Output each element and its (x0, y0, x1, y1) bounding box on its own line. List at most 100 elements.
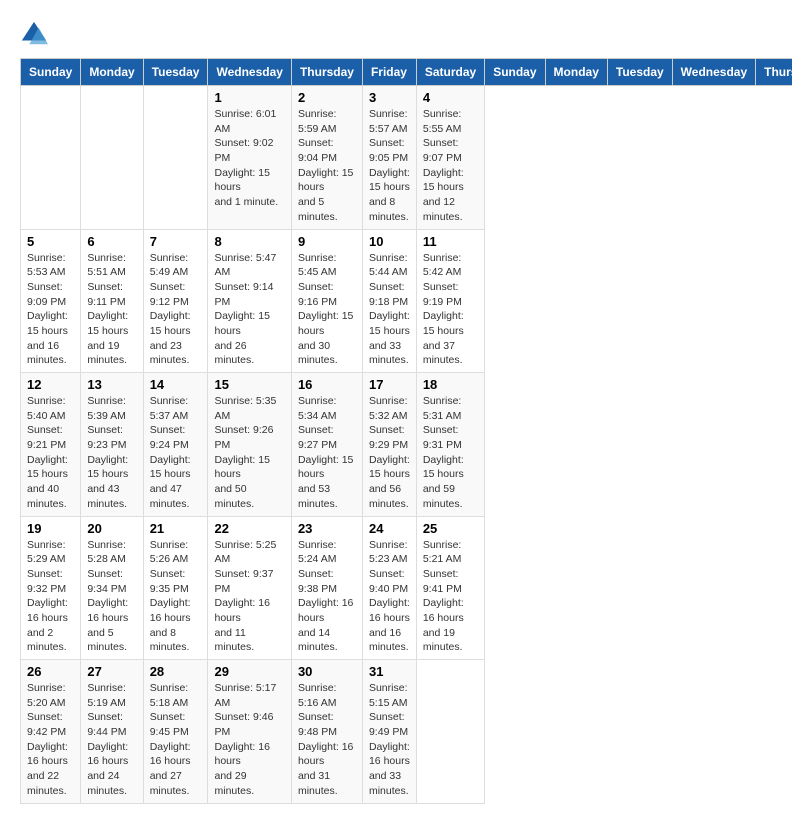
day-info: Sunrise: 5:21 AM Sunset: 9:41 PM Dayligh… (423, 538, 478, 656)
calendar-cell (21, 86, 81, 230)
day-number: 30 (298, 664, 356, 679)
day-number: 21 (150, 521, 202, 536)
calendar-header-row: SundayMondayTuesdayWednesdayThursdayFrid… (21, 59, 792, 86)
day-info: Sunrise: 5:42 AM Sunset: 9:19 PM Dayligh… (423, 251, 478, 369)
day-info: Sunrise: 5:31 AM Sunset: 9:31 PM Dayligh… (423, 394, 478, 512)
calendar-cell: 23 Sunrise: 5:24 AM Sunset: 9:38 PM Dayli… (291, 516, 362, 660)
day-number: 5 (27, 234, 74, 249)
calendar-cell (143, 86, 208, 230)
day-info: Sunrise: 5:24 AM Sunset: 9:38 PM Dayligh… (298, 538, 356, 656)
calendar-cell: 25Sunrise: 5:21 AM Sunset: 9:41 PM Dayli… (416, 516, 484, 660)
day-number: 8 (214, 234, 284, 249)
calendar-cell: 4 Sunrise: 5:55 AM Sunset: 9:07 PM Daylig… (416, 86, 484, 230)
calendar-cell: 10 Sunrise: 5:44 AM Sunset: 9:18 PM Dayli… (362, 229, 416, 373)
day-number: 17 (369, 377, 410, 392)
col-header-sunday: Sunday (485, 59, 545, 86)
day-info: Sunrise: 5:35 AM Sunset: 9:26 PM Dayligh… (214, 394, 284, 512)
day-number: 11 (423, 234, 478, 249)
calendar-cell: 17 Sunrise: 5:32 AM Sunset: 9:29 PM Dayli… (362, 373, 416, 517)
day-info: Sunrise: 5:34 AM Sunset: 9:27 PM Dayligh… (298, 394, 356, 512)
day-info: Sunrise: 5:18 AM Sunset: 9:45 PM Dayligh… (150, 681, 202, 799)
col-header-monday: Monday (81, 59, 143, 86)
day-number: 24 (369, 521, 410, 536)
calendar-cell: 12 Sunrise: 5:40 AM Sunset: 9:21 PM Dayli… (21, 373, 81, 517)
day-info: Sunrise: 5:16 AM Sunset: 9:48 PM Dayligh… (298, 681, 356, 799)
day-number: 7 (150, 234, 202, 249)
day-info: Sunrise: 5:44 AM Sunset: 9:18 PM Dayligh… (369, 251, 410, 369)
col-header-thursday: Thursday (756, 59, 792, 86)
col-header-tuesday: Tuesday (143, 59, 208, 86)
day-info: Sunrise: 5:29 AM Sunset: 9:32 PM Dayligh… (27, 538, 74, 656)
calendar-cell: 5 Sunrise: 5:53 AM Sunset: 9:09 PM Daylig… (21, 229, 81, 373)
day-info: Sunrise: 5:53 AM Sunset: 9:09 PM Dayligh… (27, 251, 74, 369)
calendar-cell: 9Sunrise: 5:45 AM Sunset: 9:16 PM Daylig… (291, 229, 362, 373)
calendar-cell: 26 Sunrise: 5:20 AM Sunset: 9:42 PM Dayli… (21, 660, 81, 804)
day-info: Sunrise: 5:28 AM Sunset: 9:34 PM Dayligh… (87, 538, 136, 656)
calendar-cell: 22 Sunrise: 5:25 AM Sunset: 9:37 PM Dayli… (208, 516, 291, 660)
day-number: 19 (27, 521, 74, 536)
day-number: 15 (214, 377, 284, 392)
day-number: 6 (87, 234, 136, 249)
calendar-cell: 19 Sunrise: 5:29 AM Sunset: 9:32 PM Dayli… (21, 516, 81, 660)
calendar-table: SundayMondayTuesdayWednesdayThursdayFrid… (20, 58, 792, 804)
col-header-wednesday: Wednesday (208, 59, 291, 86)
logo-icon (20, 20, 48, 48)
calendar-cell: 14 Sunrise: 5:37 AM Sunset: 9:24 PM Dayli… (143, 373, 208, 517)
calendar-cell: 7 Sunrise: 5:49 AM Sunset: 9:12 PM Daylig… (143, 229, 208, 373)
calendar-cell: 20 Sunrise: 5:28 AM Sunset: 9:34 PM Dayli… (81, 516, 143, 660)
calendar-week-4: 19 Sunrise: 5:29 AM Sunset: 9:32 PM Dayli… (21, 516, 792, 660)
calendar-cell (416, 660, 484, 804)
day-info: Sunrise: 5:20 AM Sunset: 9:42 PM Dayligh… (27, 681, 74, 799)
day-info: Sunrise: 5:57 AM Sunset: 9:05 PM Dayligh… (369, 107, 410, 225)
day-info: Sunrise: 5:40 AM Sunset: 9:21 PM Dayligh… (27, 394, 74, 512)
day-number: 4 (423, 90, 478, 105)
day-info: Sunrise: 5:25 AM Sunset: 9:37 PM Dayligh… (214, 538, 284, 656)
day-number: 3 (369, 90, 410, 105)
calendar-week-2: 5 Sunrise: 5:53 AM Sunset: 9:09 PM Daylig… (21, 229, 792, 373)
calendar-cell: 1Sunrise: 6:01 AM Sunset: 9:02 PM Daylig… (208, 86, 291, 230)
calendar-cell: 27Sunrise: 5:19 AM Sunset: 9:44 PM Dayli… (81, 660, 143, 804)
calendar-week-5: 26 Sunrise: 5:20 AM Sunset: 9:42 PM Dayli… (21, 660, 792, 804)
calendar-cell: 16 Sunrise: 5:34 AM Sunset: 9:27 PM Dayli… (291, 373, 362, 517)
col-header-tuesday: Tuesday (607, 59, 672, 86)
day-number: 26 (27, 664, 74, 679)
day-number: 16 (298, 377, 356, 392)
calendar-week-1: 1Sunrise: 6:01 AM Sunset: 9:02 PM Daylig… (21, 86, 792, 230)
day-number: 22 (214, 521, 284, 536)
day-info: Sunrise: 5:32 AM Sunset: 9:29 PM Dayligh… (369, 394, 410, 512)
day-number: 20 (87, 521, 136, 536)
day-number: 10 (369, 234, 410, 249)
calendar-cell: 2 Sunrise: 5:59 AM Sunset: 9:04 PM Daylig… (291, 86, 362, 230)
day-number: 2 (298, 90, 356, 105)
col-header-wednesday: Wednesday (672, 59, 755, 86)
day-info: Sunrise: 5:49 AM Sunset: 9:12 PM Dayligh… (150, 251, 202, 369)
calendar-cell: 24 Sunrise: 5:23 AM Sunset: 9:40 PM Dayli… (362, 516, 416, 660)
col-header-sunday: Sunday (21, 59, 81, 86)
day-info: Sunrise: 5:51 AM Sunset: 9:11 PM Dayligh… (87, 251, 136, 369)
col-header-friday: Friday (362, 59, 416, 86)
calendar-cell: 13 Sunrise: 5:39 AM Sunset: 9:23 PM Dayli… (81, 373, 143, 517)
day-number: 31 (369, 664, 410, 679)
day-number: 1 (214, 90, 284, 105)
day-number: 28 (150, 664, 202, 679)
calendar-cell (81, 86, 143, 230)
day-info: Sunrise: 5:55 AM Sunset: 9:07 PM Dayligh… (423, 107, 478, 225)
day-info: Sunrise: 5:47 AM Sunset: 9:14 PM Dayligh… (214, 251, 284, 369)
day-info: Sunrise: 5:39 AM Sunset: 9:23 PM Dayligh… (87, 394, 136, 512)
col-header-thursday: Thursday (291, 59, 362, 86)
day-number: 12 (27, 377, 74, 392)
day-info: Sunrise: 5:19 AM Sunset: 9:44 PM Dayligh… (87, 681, 136, 799)
day-info: Sunrise: 5:26 AM Sunset: 9:35 PM Dayligh… (150, 538, 202, 656)
calendar-cell: 30 Sunrise: 5:16 AM Sunset: 9:48 PM Dayli… (291, 660, 362, 804)
col-header-saturday: Saturday (416, 59, 484, 86)
day-number: 23 (298, 521, 356, 536)
day-info: Sunrise: 5:37 AM Sunset: 9:24 PM Dayligh… (150, 394, 202, 512)
day-number: 29 (214, 664, 284, 679)
day-info: Sunrise: 5:23 AM Sunset: 9:40 PM Dayligh… (369, 538, 410, 656)
day-number: 14 (150, 377, 202, 392)
day-info: Sunrise: 5:45 AM Sunset: 9:16 PM Dayligh… (298, 251, 356, 369)
calendar-cell: 15 Sunrise: 5:35 AM Sunset: 9:26 PM Dayli… (208, 373, 291, 517)
day-info: Sunrise: 5:59 AM Sunset: 9:04 PM Dayligh… (298, 107, 356, 225)
day-number: 13 (87, 377, 136, 392)
calendar-cell: 6 Sunrise: 5:51 AM Sunset: 9:11 PM Daylig… (81, 229, 143, 373)
